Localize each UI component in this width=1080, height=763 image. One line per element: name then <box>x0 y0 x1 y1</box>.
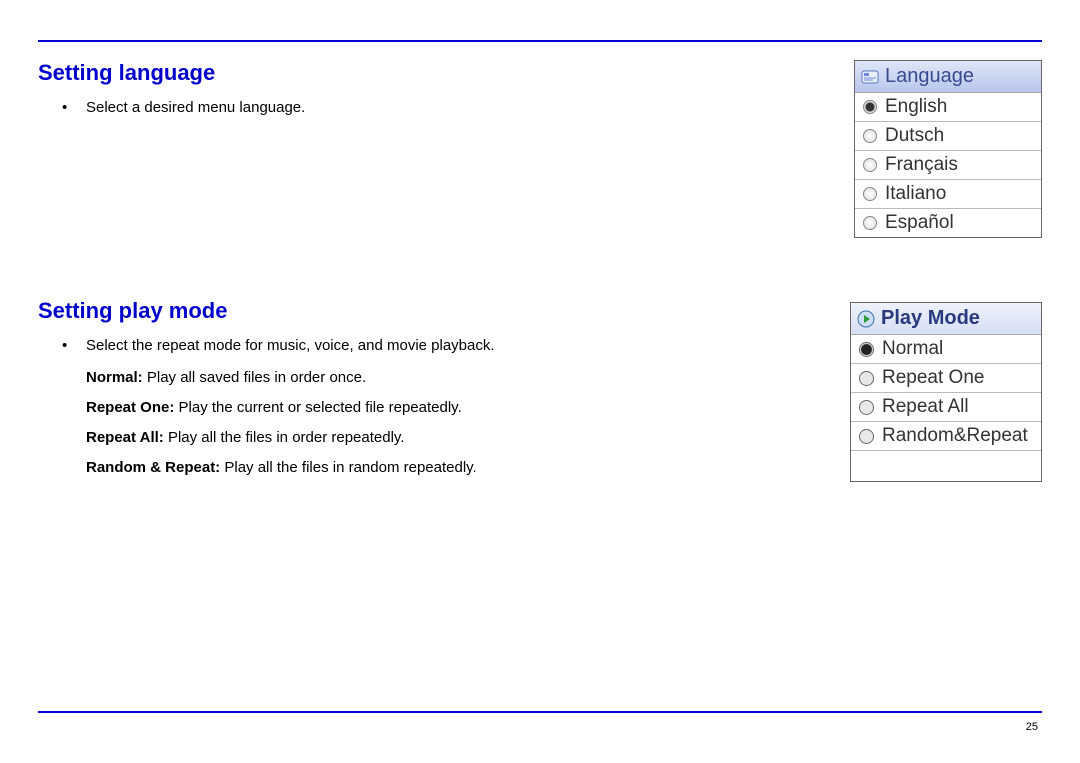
playmode-option-normal[interactable]: Normal <box>851 335 1041 364</box>
radio-icon <box>863 158 877 172</box>
playmode-option-empty <box>851 451 1041 481</box>
language-bullets: Select a desired menu language. <box>38 94 834 123</box>
playmode-bullet-1: Select the repeat mode for music, voice,… <box>38 332 830 361</box>
playmode-option-random-repeat[interactable]: Random&Repeat <box>851 422 1041 451</box>
radio-icon <box>863 216 877 230</box>
item-desc: Play all the files in order repeatedly. <box>164 429 405 446</box>
playmode-ui-title: Play Mode <box>881 307 980 330</box>
playmode-text-col: Setting play mode Select the repeat mode… <box>38 298 850 483</box>
section-playmode: Setting play mode Select the repeat mode… <box>38 298 1042 483</box>
playmode-item-normal: Normal: Play all saved files in order on… <box>38 363 830 393</box>
language-ui-box: Language English Dutsch Français Italian… <box>854 60 1042 238</box>
play-icon <box>857 310 875 328</box>
item-name: Random & Repeat: <box>86 459 220 476</box>
playmode-option-repeat-all[interactable]: Repeat All <box>851 393 1041 422</box>
playmode-item-repeat-all: Repeat All: Play all the files in order … <box>38 423 830 453</box>
option-label: Repeat All <box>882 396 969 418</box>
language-option-italiano[interactable]: Italiano <box>855 180 1041 209</box>
radio-icon <box>859 371 874 386</box>
option-label: Français <box>885 154 958 176</box>
option-label: Normal <box>882 338 943 360</box>
section-language: Setting language Select a desired menu l… <box>38 60 1042 238</box>
playmode-option-repeat-one[interactable]: Repeat One <box>851 364 1041 393</box>
radio-icon <box>859 400 874 415</box>
heading-language: Setting language <box>38 60 834 86</box>
option-label: Español <box>885 212 954 234</box>
language-icon <box>861 68 879 86</box>
language-option-espanol[interactable]: Español <box>855 209 1041 237</box>
option-label: Repeat One <box>882 367 984 389</box>
item-desc: Play the current or selected file repeat… <box>174 399 461 416</box>
radio-icon <box>863 129 877 143</box>
option-label: Random&Repeat <box>882 425 1028 447</box>
item-name: Repeat All: <box>86 429 164 446</box>
option-label: Italiano <box>885 183 946 205</box>
radio-icon <box>859 429 874 444</box>
item-name: Repeat One: <box>86 399 174 416</box>
language-ui-header: Language <box>855 61 1041 93</box>
playmode-bullets: Select the repeat mode for music, voice,… <box>38 332 830 361</box>
language-option-dutsch[interactable]: Dutsch <box>855 122 1041 151</box>
heading-playmode: Setting play mode <box>38 298 830 324</box>
radio-icon <box>859 342 874 357</box>
playmode-item-repeat-one: Repeat One: Play the current or selected… <box>38 393 830 423</box>
option-label: Dutsch <box>885 125 944 147</box>
page: Setting language Select a desired menu l… <box>0 0 1080 763</box>
bottom-rule <box>38 711 1042 713</box>
radio-icon <box>863 187 877 201</box>
language-option-english[interactable]: English <box>855 93 1041 122</box>
playmode-item-random-repeat: Random & Repeat: Play all the files in r… <box>38 453 830 483</box>
language-text-col: Setting language Select a desired menu l… <box>38 60 854 123</box>
item-name: Normal: <box>86 369 143 386</box>
item-desc: Play all the files in random repeatedly. <box>220 459 477 476</box>
playmode-ui-header: Play Mode <box>851 303 1041 335</box>
playmode-sublist: Normal: Play all saved files in order on… <box>38 363 830 483</box>
language-bullet-1: Select a desired menu language. <box>38 94 834 123</box>
playmode-ui-box: Play Mode Normal Repeat One Repeat All R… <box>850 302 1042 482</box>
top-rule <box>38 40 1042 42</box>
option-label: English <box>885 96 947 118</box>
page-number: 25 <box>1026 721 1038 733</box>
language-option-francais[interactable]: Français <box>855 151 1041 180</box>
item-desc: Play all saved files in order once. <box>143 369 366 386</box>
radio-icon <box>863 100 877 114</box>
language-ui-title: Language <box>885 65 974 88</box>
